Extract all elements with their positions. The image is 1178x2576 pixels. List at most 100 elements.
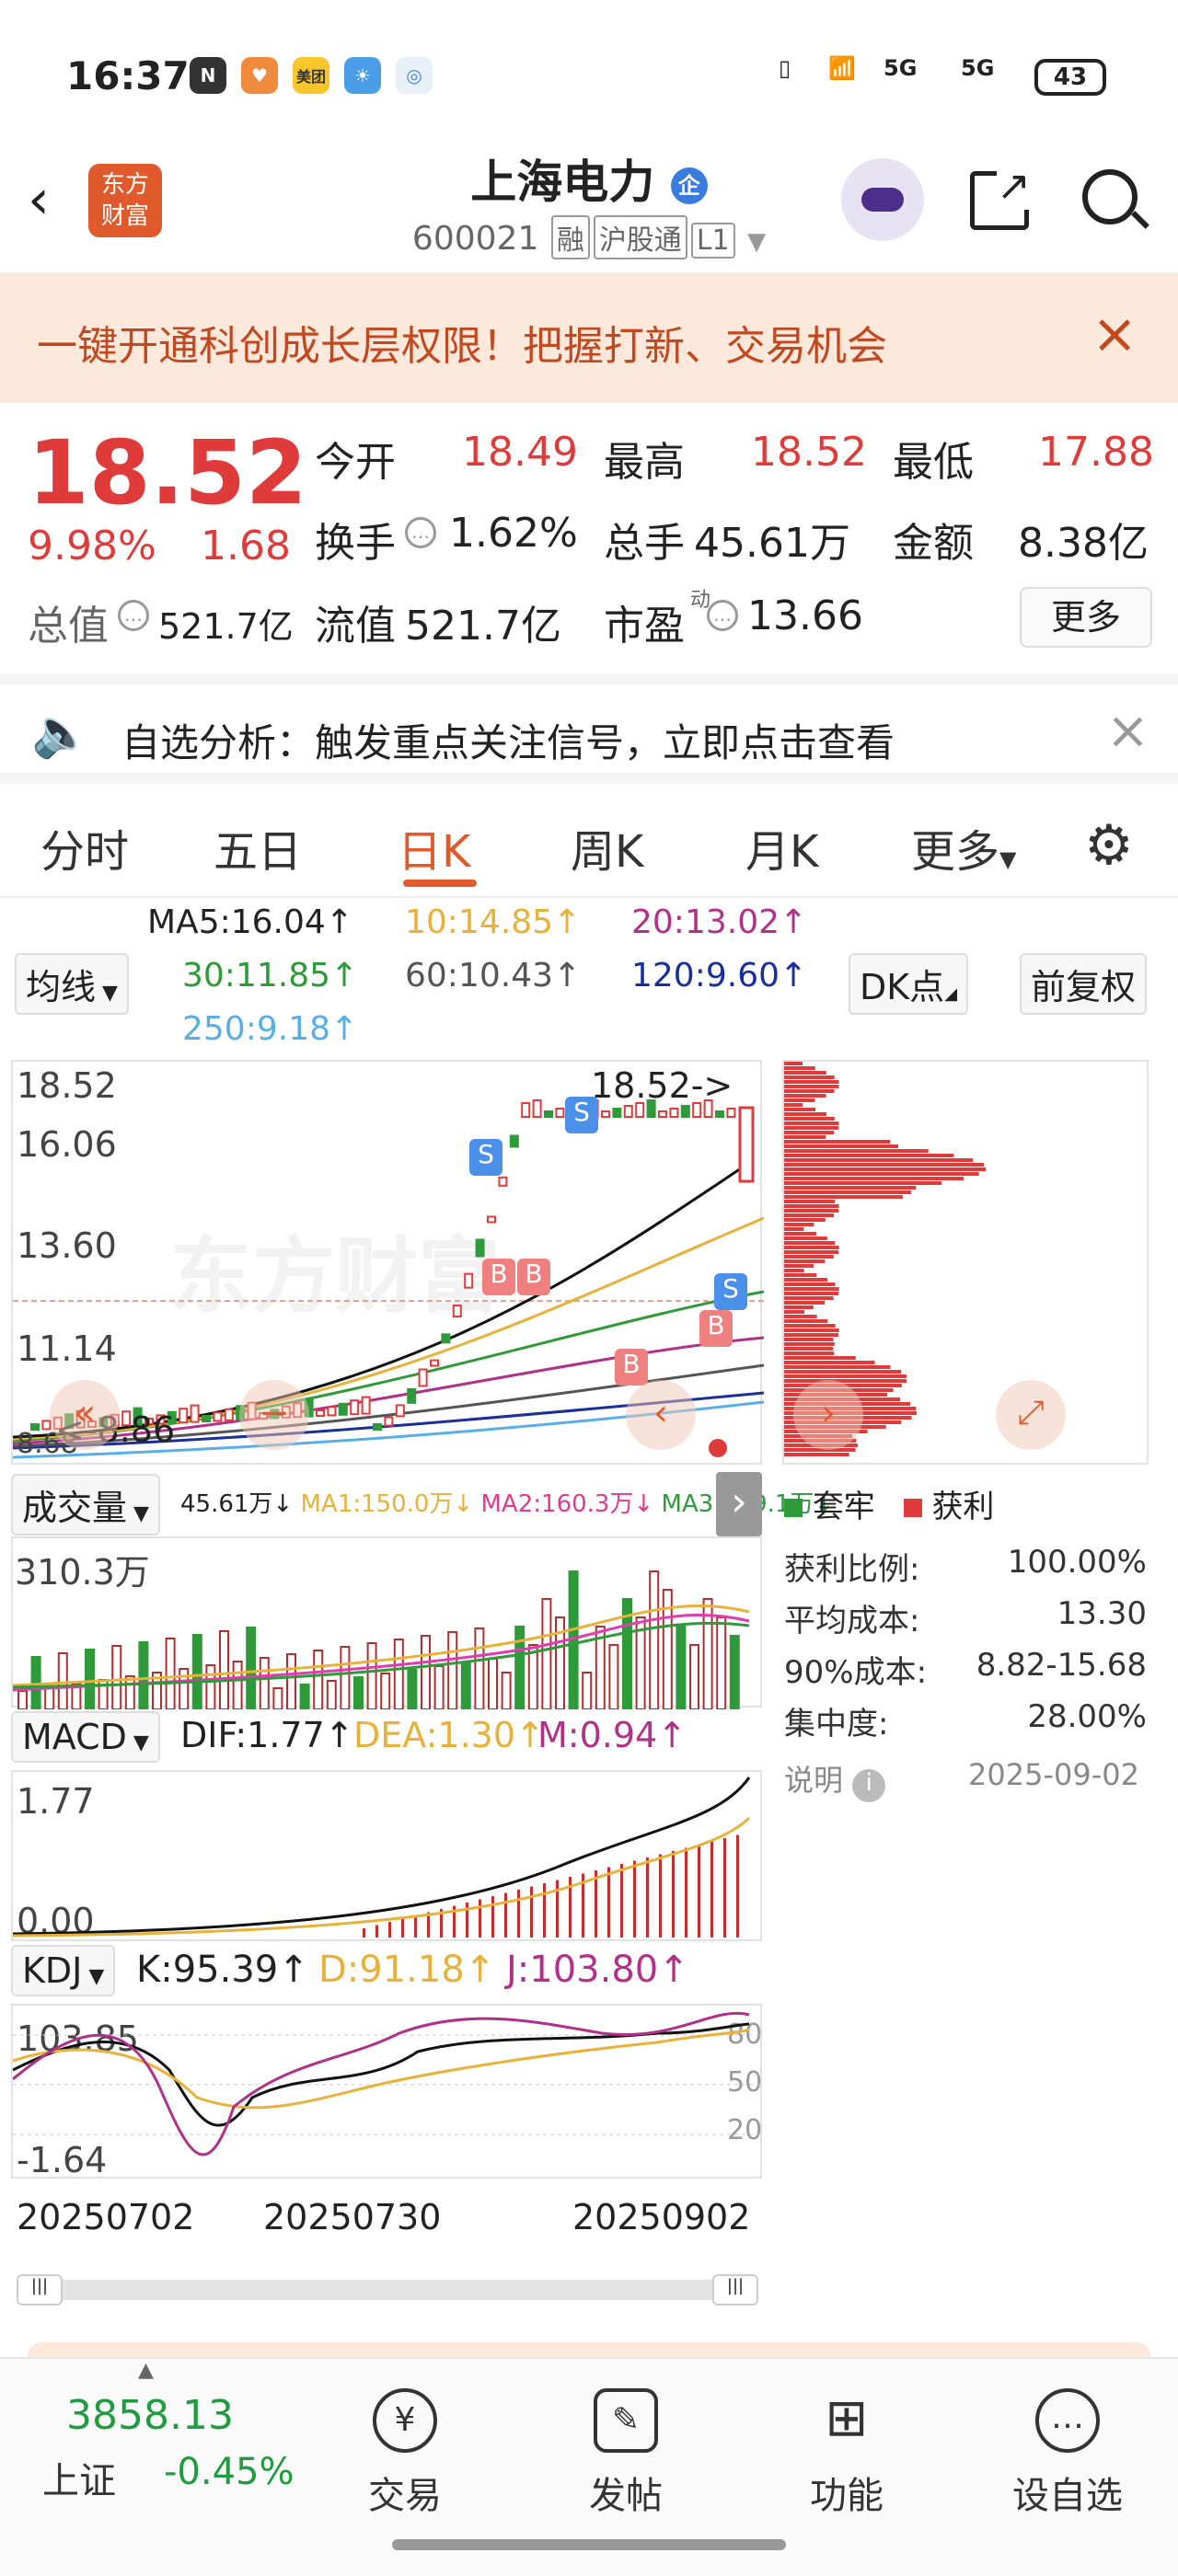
share-icon[interactable]: ↗ bbox=[970, 163, 1031, 230]
volume-bar bbox=[447, 1631, 458, 1709]
chip-stat-label: 平均成本: bbox=[784, 1603, 920, 1639]
nav-post[interactable]: ✎ 发帖 bbox=[552, 2388, 699, 2519]
analysis-alert[interactable]: 🔈 自选分析：触发重点关注信号，立即点击查看 × bbox=[0, 673, 1178, 784]
volume-bar bbox=[111, 1645, 122, 1709]
volume-selector[interactable]: 成交量 ▼ bbox=[11, 1474, 160, 1535]
macd-chart[interactable]: 1.77 0.00 bbox=[11, 1770, 762, 1941]
macd-bar bbox=[375, 1925, 378, 1938]
kdj-selector[interactable]: KDJ ▼ bbox=[11, 1945, 116, 1996]
sell-marker[interactable]: S bbox=[565, 1097, 598, 1133]
macd-dea: DEA:1.30↑ bbox=[353, 1715, 545, 1755]
macd-bar bbox=[530, 1886, 533, 1938]
adjust-button[interactable]: 前复权 bbox=[1020, 953, 1148, 1015]
macd-bar bbox=[659, 1854, 662, 1938]
level-tag: L1 bbox=[690, 223, 735, 259]
close-icon[interactable]: × bbox=[1106, 701, 1149, 761]
tab-more[interactable]: 更多▼ bbox=[911, 815, 1016, 880]
volume-bar bbox=[299, 1684, 310, 1709]
index-change[interactable]: -0.45% bbox=[164, 2451, 294, 2493]
step-left-icon[interactable]: ‹ bbox=[626, 1380, 696, 1450]
yen-icon: ¥ bbox=[373, 2388, 437, 2453]
tab-monthly-k[interactable]: 月K bbox=[745, 815, 818, 880]
more-button[interactable]: 更多 bbox=[1020, 587, 1152, 648]
sell-marker[interactable]: S bbox=[714, 1273, 747, 1310]
step-right-icon[interactable]: › bbox=[793, 1380, 863, 1450]
chip-bar bbox=[784, 1365, 891, 1369]
chevron-down-icon: ▼ bbox=[747, 228, 767, 256]
high-value: 18.52 bbox=[751, 429, 867, 476]
volume-bar bbox=[488, 1658, 498, 1709]
volume-bar bbox=[205, 1664, 216, 1709]
macd-bar bbox=[491, 1896, 494, 1938]
expand-right-icon[interactable]: › bbox=[716, 1472, 762, 1536]
gear-icon[interactable]: ⚙ bbox=[1084, 813, 1134, 878]
promo-banner[interactable]: 一键开通科创成长层权限！把握打新、交易机会 × bbox=[0, 274, 1178, 403]
buy-marker[interactable]: B bbox=[517, 1259, 550, 1295]
chip-note[interactable]: 说明 i bbox=[784, 1757, 886, 1802]
sell-marker[interactable]: S bbox=[469, 1139, 502, 1176]
index-value[interactable]: 3858.13 bbox=[66, 2392, 234, 2439]
info-icon[interactable]: … bbox=[707, 600, 738, 631]
info-icon[interactable]: … bbox=[118, 600, 149, 631]
legend-profit: 获利 bbox=[931, 1489, 995, 1525]
chip-distribution-chart[interactable]: › ⤢ bbox=[782, 1060, 1149, 1465]
kline-chart[interactable]: 东方财富 18.52 16.06 13.60 11.14 8.68 18.52-… bbox=[11, 1060, 764, 1465]
nav-add-watchlist[interactable]: … 设自选 bbox=[994, 2388, 1141, 2519]
macd-bar bbox=[698, 1845, 700, 1938]
chip-bar bbox=[784, 1236, 827, 1240]
close-icon[interactable]: × bbox=[1091, 302, 1138, 366]
candle bbox=[464, 1272, 474, 1289]
candle bbox=[179, 1408, 189, 1424]
nav-add-watchlist-label: 设自选 bbox=[1012, 2475, 1123, 2517]
tab-daily-k[interactable]: 日K bbox=[398, 815, 470, 880]
scroll-left-icon[interactable]: « bbox=[50, 1380, 120, 1450]
y-label-3: 13.60 bbox=[17, 1225, 117, 1266]
margin-tag: 融 bbox=[550, 215, 590, 259]
bottom-nav: ▲ 3858.13 上证 -0.45% ¥ 交易 ✎ 发帖 ⊞ 功能 … 设自选 bbox=[0, 2357, 1178, 2576]
chip-stat-label: 集中度: bbox=[784, 1706, 889, 1742]
buy-marker[interactable]: B bbox=[699, 1310, 733, 1347]
volume-bar bbox=[286, 1653, 296, 1709]
battery-icon: 43 bbox=[1034, 59, 1106, 96]
zoom-out-icon[interactable]: − bbox=[239, 1380, 309, 1450]
promo-text: 一键开通科创成长层权限！把握打新、交易机会 bbox=[37, 323, 887, 370]
dk-point-button[interactable]: DK点◢ bbox=[849, 953, 969, 1015]
chip-bar bbox=[784, 1287, 839, 1291]
nav-functions[interactable]: ⊞ 功能 bbox=[773, 2388, 920, 2519]
grid-icon: ⊞ bbox=[825, 2388, 869, 2448]
signal-icon-1: 5G bbox=[884, 55, 918, 81]
chip-bar bbox=[784, 1241, 836, 1245]
info-icon: i bbox=[852, 1769, 886, 1802]
ma-selector[interactable]: 均线 ▼ bbox=[15, 953, 129, 1015]
range-handle-right[interactable]: ||| bbox=[712, 2274, 758, 2306]
macd-selector[interactable]: MACD ▼ bbox=[11, 1711, 160, 1763]
kdj-chart[interactable]: 103.85 -1.64 80 50 20 bbox=[11, 2004, 764, 2180]
ma250-label: 250:9.18↑ bbox=[182, 1010, 359, 1048]
search-icon[interactable] bbox=[1082, 169, 1149, 229]
volume-chart[interactable]: 310.3万 bbox=[11, 1536, 762, 1709]
edit-icon: ✎ bbox=[594, 2388, 658, 2453]
candle bbox=[395, 1404, 405, 1418]
chip-bar bbox=[784, 1269, 804, 1272]
buy-marker[interactable]: B bbox=[615, 1349, 648, 1386]
info-icon[interactable]: … bbox=[405, 517, 436, 548]
chip-bar bbox=[784, 1223, 814, 1226]
assistant-avatar[interactable] bbox=[841, 158, 924, 241]
time-range-scrollbar[interactable]: ||| ||| bbox=[17, 2274, 758, 2306]
macd-bar bbox=[672, 1851, 675, 1938]
expand-icon[interactable]: ⤢ bbox=[996, 1380, 1066, 1450]
tab-weekly-k[interactable]: 周K bbox=[571, 815, 643, 880]
volume-bar bbox=[393, 1639, 404, 1709]
tab-intraday[interactable]: 分时 bbox=[40, 815, 129, 880]
buy-marker[interactable]: B bbox=[482, 1259, 515, 1295]
ma10-label: 10:14.85↑ bbox=[405, 903, 582, 941]
nav-trade[interactable]: ¥ 交易 bbox=[331, 2388, 479, 2519]
index-name[interactable]: 上证 bbox=[42, 2451, 116, 2504]
tab-five-day[interactable]: 五日 bbox=[214, 815, 302, 880]
chip-bar bbox=[784, 1062, 803, 1065]
turnover-value: 1.62% bbox=[449, 510, 578, 557]
nav-functions-label: 功能 bbox=[810, 2475, 884, 2517]
enterprise-badge: 企 bbox=[670, 167, 708, 204]
range-handle-left[interactable]: ||| bbox=[17, 2274, 63, 2306]
macd-selector-label: MACD bbox=[22, 1717, 127, 1757]
